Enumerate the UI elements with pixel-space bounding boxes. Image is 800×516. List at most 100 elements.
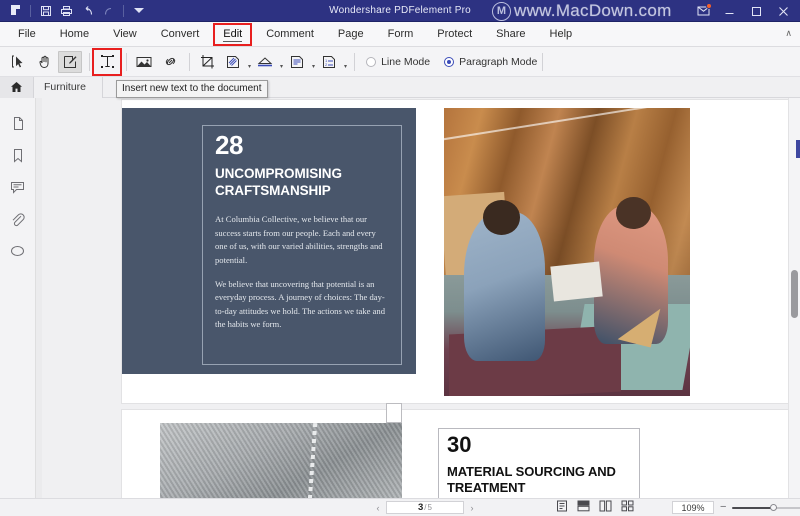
document-viewport[interactable]: 28 UNCOMPROMISING CRAFTSMANSHIP At Colum…: [36, 98, 788, 498]
line-mode-radio[interactable]: Line Mode: [366, 56, 430, 68]
divider: [189, 52, 190, 71]
paragraph-mode-label: Paragraph Mode: [459, 55, 538, 68]
chevron-down-icon[interactable]: ▾: [280, 63, 283, 70]
hand-tool-icon[interactable]: [32, 51, 56, 73]
pdf-page-1[interactable]: 28 UNCOMPROMISING CRAFTSMANSHIP At Colum…: [122, 100, 788, 403]
page1-text-box[interactable]: 28 UNCOMPROMISING CRAFTSMANSHIP At Colum…: [202, 125, 402, 365]
paragraph-mode-radio[interactable]: Paragraph Mode: [444, 56, 537, 68]
add-image-icon[interactable]: [132, 51, 156, 73]
customize-quick-access-icon[interactable]: [129, 2, 148, 20]
background-tool-group[interactable]: ▾: [253, 51, 283, 73]
maximize-icon[interactable]: [743, 0, 769, 22]
add-link-icon[interactable]: [158, 51, 182, 73]
document-tab-furniture[interactable]: Furniture: [34, 76, 104, 98]
annotation-panel-icon[interactable]: [6, 238, 30, 264]
menu-item-protect[interactable]: Protect: [425, 25, 484, 43]
slider-track-empty: [774, 506, 800, 509]
radio-indicator: [444, 56, 455, 67]
close-icon[interactable]: [770, 0, 796, 22]
select-tool-icon[interactable]: [6, 51, 30, 73]
chevron-down-icon[interactable]: ▾: [248, 63, 251, 70]
current-page-value: 3: [418, 502, 424, 513]
vertical-scrollbar[interactable]: [788, 98, 800, 498]
background-icon[interactable]: [253, 51, 277, 73]
edit-toolbar: ▾ ▾ ▾ 1 2 ▾ Line Mode Paragraph Mode: [0, 47, 800, 77]
menu-item-page[interactable]: Page: [326, 25, 376, 43]
notification-badge: [706, 3, 712, 9]
menu-item-view[interactable]: View: [101, 25, 149, 43]
scrollbar-thumb[interactable]: [791, 270, 798, 318]
thumbnails-panel-icon[interactable]: [6, 110, 30, 136]
quick-access-toolbar: [0, 2, 148, 20]
undo-icon[interactable]: [78, 2, 97, 20]
app-logo-icon[interactable]: [6, 2, 25, 20]
window-controls: [691, 0, 796, 22]
divider: [542, 52, 544, 71]
save-icon[interactable]: [36, 2, 55, 20]
bookmark-panel-icon[interactable]: [6, 142, 30, 168]
zoom-slider[interactable]: [732, 503, 800, 513]
next-page-button[interactable]: ›: [466, 503, 478, 513]
radio-indicator: [366, 56, 377, 67]
zoom-controls: 109% − +: [672, 501, 800, 514]
view-mode-group: [556, 499, 634, 516]
collapse-ribbon-icon[interactable]: ∧: [785, 28, 792, 39]
add-text-icon[interactable]: [92, 47, 122, 76]
page1-paragraph-1: At Columbia Collective, we believe that …: [215, 214, 383, 265]
print-icon[interactable]: [57, 2, 76, 20]
photo-person-right-head: [616, 197, 651, 229]
menu-item-help[interactable]: Help: [538, 25, 585, 43]
menu-item-edit[interactable]: Edit: [211, 23, 254, 46]
menu-item-home[interactable]: Home: [48, 25, 101, 43]
divider: [126, 52, 127, 71]
tooltip: Insert new text to the document: [116, 80, 268, 98]
single-page-view-icon[interactable]: [556, 499, 568, 516]
menu-item-comment[interactable]: Comment: [254, 25, 326, 43]
previous-page-button[interactable]: ‹: [372, 503, 384, 513]
slider-knob[interactable]: [770, 504, 778, 511]
pdf-page-2[interactable]: 30 MATERIAL SOURCING AND TREATMENT: [122, 403, 788, 498]
menu-item-file[interactable]: File: [6, 25, 48, 43]
bates-numbering-tool-group[interactable]: 1 2 ▾: [317, 51, 347, 73]
chevron-down-icon[interactable]: ▾: [344, 63, 347, 70]
thumbnail-grid-view-icon[interactable]: [621, 499, 634, 516]
facing-view-icon[interactable]: [599, 499, 612, 516]
zoom-level-input[interactable]: 109%: [672, 501, 714, 514]
page1-photo[interactable]: [444, 108, 690, 396]
chevron-down-icon[interactable]: ▾: [312, 63, 315, 70]
watermark-tool-group[interactable]: ▾: [221, 51, 251, 73]
watermark-text: www.MacDown.com: [514, 1, 672, 20]
page1-heading: UNCOMPROMISING CRAFTSMANSHIP: [215, 166, 342, 198]
comment-panel-icon[interactable]: [6, 174, 30, 200]
mail-icon[interactable]: [691, 0, 715, 22]
watermark-icon[interactable]: [221, 51, 245, 73]
attachment-panel-icon[interactable]: [6, 206, 30, 232]
page2-text-box[interactable]: 30 MATERIAL SOURCING AND TREATMENT: [438, 428, 640, 498]
photo-strap: [444, 108, 690, 145]
home-icon[interactable]: [0, 76, 34, 98]
zoom-level-value: 109%: [681, 502, 705, 513]
crop-icon[interactable]: [195, 51, 219, 73]
page2-heading: MATERIAL SOURCING AND TREATMENT: [447, 464, 616, 495]
page-number-input[interactable]: 3 / 5: [386, 501, 464, 514]
zoom-out-button[interactable]: −: [720, 502, 726, 513]
text-mode-group: Line Mode Paragraph Mode: [366, 56, 537, 68]
header-footer-tool-group[interactable]: ▾: [285, 51, 315, 73]
watermark-logo-icon: M: [492, 1, 511, 21]
minimize-icon[interactable]: [716, 0, 742, 22]
header-footer-icon[interactable]: [285, 51, 309, 73]
menu-item-share[interactable]: Share: [484, 25, 537, 43]
continuous-view-icon[interactable]: [577, 499, 590, 516]
page1-paragraph-2: We believe that uncovering that potentia…: [215, 278, 385, 330]
side-panel-rail: ›: [0, 98, 41, 498]
bates-numbering-icon[interactable]: 1 2: [317, 51, 341, 73]
redo-icon[interactable]: [99, 2, 118, 20]
menu-item-form[interactable]: Form: [376, 25, 426, 43]
menu-bar: File Home View Convert Edit Comment Page…: [0, 22, 800, 47]
page2-photo[interactable]: [160, 422, 402, 498]
title-bar: Wondershare PDFelement Pro M www.MacDown…: [0, 0, 800, 22]
page2-resize-handle[interactable]: [386, 403, 402, 423]
divider: [89, 52, 90, 71]
edit-text-image-icon[interactable]: [58, 50, 82, 73]
menu-item-convert[interactable]: Convert: [149, 25, 212, 43]
